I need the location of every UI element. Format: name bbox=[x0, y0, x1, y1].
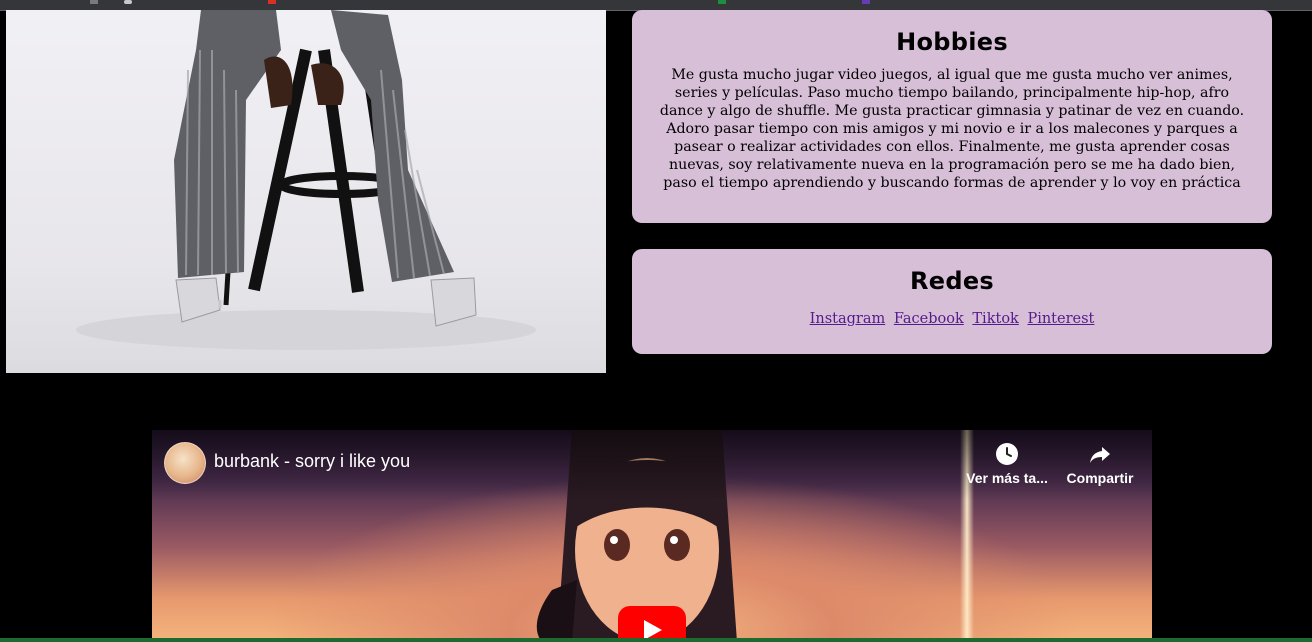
share-label: Compartir bbox=[1066, 470, 1134, 486]
hobbies-card: Hobbies Me gusta mucho jugar video juego… bbox=[632, 10, 1272, 223]
profile-photo bbox=[6, 10, 606, 373]
taskbar-edge bbox=[0, 638, 1312, 642]
facebook-link[interactable]: Facebook bbox=[894, 311, 964, 327]
share-button[interactable]: Compartir bbox=[1060, 442, 1140, 486]
watch-later-button[interactable]: Ver más ta... bbox=[962, 442, 1052, 486]
bookmark-item[interactable] bbox=[124, 0, 132, 4]
bookmark-item[interactable] bbox=[90, 0, 98, 4]
bookmark-item[interactable] bbox=[862, 0, 870, 4]
pinterest-link[interactable]: Pinterest bbox=[1027, 311, 1094, 327]
hobbies-text: Me gusta mucho jugar video juegos, al ig… bbox=[659, 67, 1245, 191]
share-arrow-icon bbox=[1090, 447, 1110, 463]
instagram-link[interactable]: Instagram bbox=[810, 311, 886, 327]
play-button[interactable] bbox=[618, 606, 686, 642]
play-icon bbox=[644, 620, 662, 640]
redes-title: Redes bbox=[910, 267, 994, 295]
youtube-video-embed[interactable]: burbank - sorry i like you Ver más ta...… bbox=[152, 430, 1152, 642]
social-links: Instagram Facebook Tiktok Pinterest bbox=[632, 311, 1272, 327]
watch-later-label: Ver más ta... bbox=[966, 470, 1048, 486]
channel-avatar[interactable] bbox=[164, 442, 206, 484]
bookmark-item[interactable] bbox=[268, 0, 276, 4]
clock-icon bbox=[996, 443, 1018, 465]
video-title[interactable]: burbank - sorry i like you bbox=[214, 451, 410, 472]
redes-card: Redes Instagram Facebook Tiktok Pinteres… bbox=[632, 249, 1272, 354]
tiktok-link[interactable]: Tiktok bbox=[972, 311, 1018, 327]
hobbies-title: Hobbies bbox=[896, 28, 1008, 56]
bookmark-item[interactable] bbox=[718, 0, 726, 4]
